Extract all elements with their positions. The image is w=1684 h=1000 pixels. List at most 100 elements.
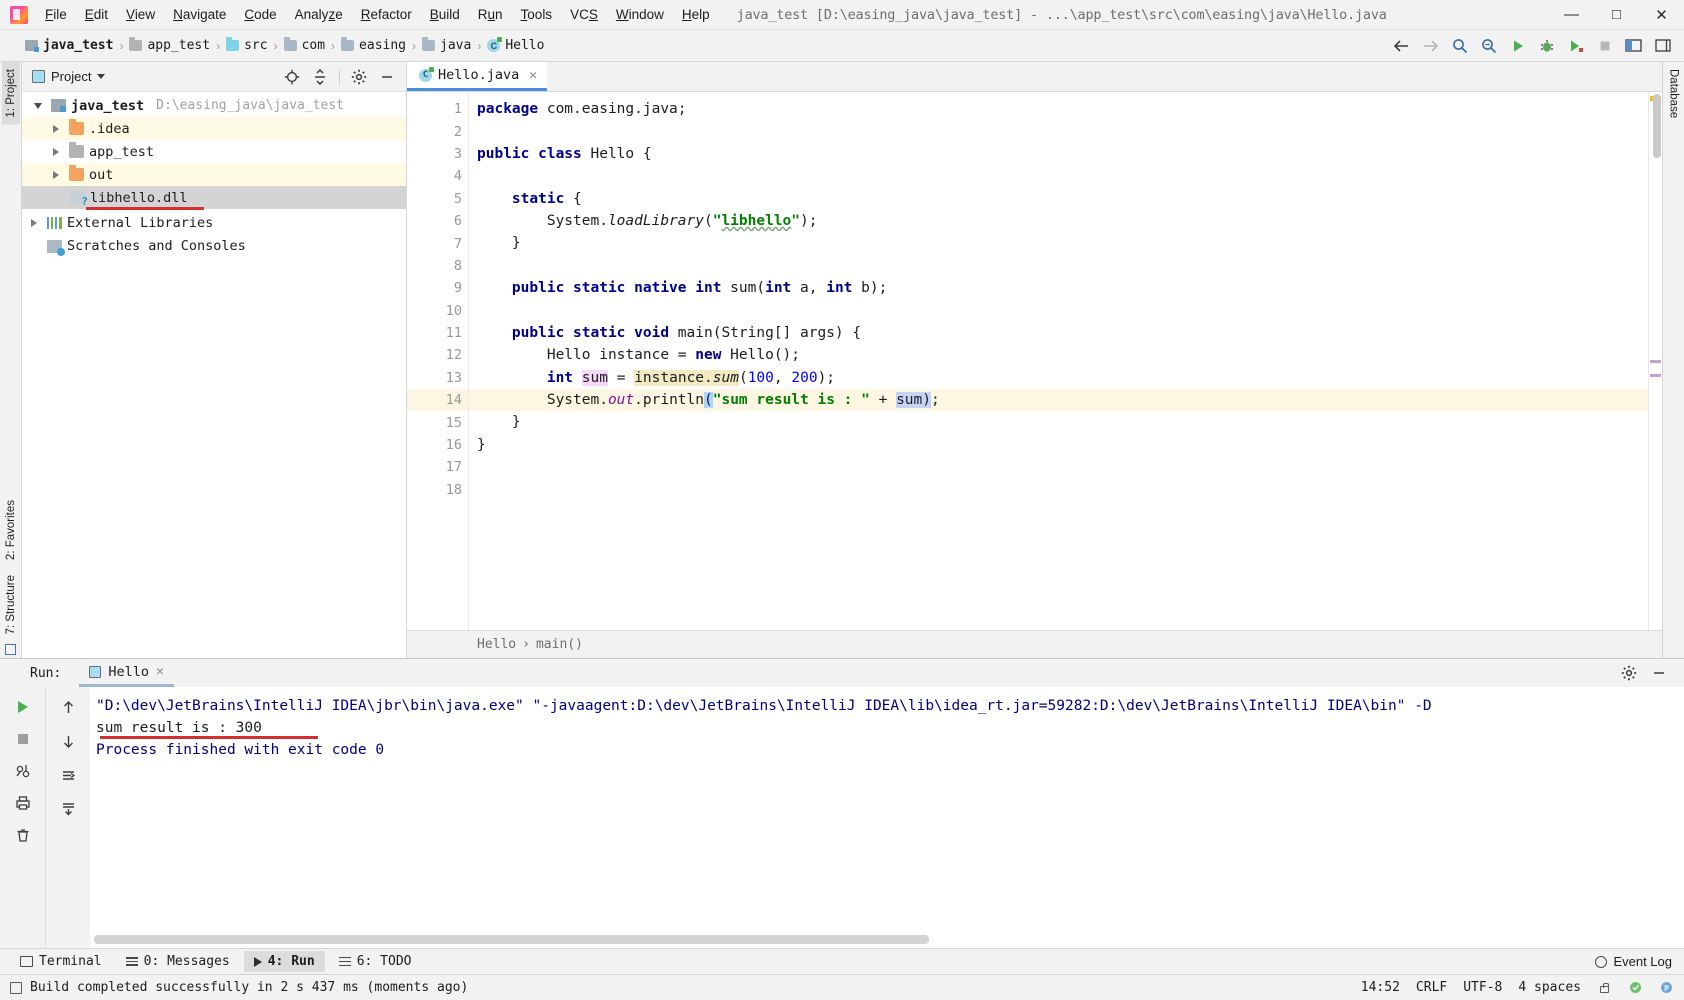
tree-expander[interactable]: [30, 102, 46, 109]
print-icon[interactable]: [8, 789, 38, 817]
editor-area: C Hello.java ✕ 1 2 3▶ 4 5 6 7 8 9 10: [407, 62, 1662, 658]
scroll-down-icon[interactable]: [53, 727, 83, 755]
find-icon[interactable]: [1475, 33, 1502, 59]
marker-caret[interactable]: [1650, 374, 1661, 377]
tree-item-idea[interactable]: .idea: [22, 117, 406, 140]
lock-icon[interactable]: [1597, 980, 1612, 995]
line-number: 15: [445, 414, 462, 431]
forward-arrow-icon[interactable]: [1417, 33, 1444, 59]
hide-panel-icon[interactable]: [374, 65, 400, 89]
menu-refactor[interactable]: Refactor: [352, 3, 421, 26]
locate-icon[interactable]: [279, 65, 305, 89]
menu-navigate[interactable]: Navigate: [164, 3, 235, 26]
breadcrumb-app_test[interactable]: app_test: [126, 36, 213, 55]
editor-gutter[interactable]: 1 2 3▶ 4 5 6 7 8 9 10 11▶ 12 13 14 15 16: [407, 92, 501, 630]
gear-icon[interactable]: [346, 65, 372, 89]
tree-item-out[interactable]: out: [22, 163, 406, 186]
tree-item-java_test[interactable]: java_test D:\easing_java\java_test: [22, 94, 406, 117]
run-icon[interactable]: [1504, 33, 1531, 59]
filter-icon[interactable]: [8, 757, 38, 785]
event-log-label[interactable]: Event Log: [1613, 954, 1672, 969]
close-icon[interactable]: ✕: [529, 68, 537, 83]
line-number: 17: [445, 459, 462, 476]
menu-build[interactable]: Build: [421, 3, 469, 26]
breadcrumb-Hello[interactable]: C Hello: [484, 36, 547, 55]
tree-item-external-libraries[interactable]: External Libraries: [22, 212, 406, 235]
tree-expander[interactable]: [48, 170, 64, 179]
menu-code[interactable]: Code: [235, 3, 285, 26]
inspections-icon[interactable]: [1628, 980, 1643, 995]
bottom-tab-terminal[interactable]: Terminal: [10, 951, 112, 972]
menu-edit[interactable]: Edit: [76, 3, 117, 26]
tree-item-scratches[interactable]: Scratches and Consoles: [22, 235, 406, 258]
scroll-to-end-icon[interactable]: [53, 795, 83, 823]
soft-wrap-icon[interactable]: [53, 761, 83, 789]
bottom-tab-todo[interactable]: 6: TODO: [329, 951, 422, 972]
rerun-icon[interactable]: [8, 693, 38, 721]
status-encoding[interactable]: UTF-8: [1463, 980, 1502, 995]
breadcrumb-java[interactable]: java: [419, 36, 474, 55]
run-coverage-icon[interactable]: [1562, 33, 1589, 59]
menu-tools[interactable]: Tools: [512, 3, 562, 26]
editor-tab-hello-java[interactable]: C Hello.java ✕: [407, 62, 548, 91]
status-indent[interactable]: 4 spaces: [1518, 980, 1581, 995]
sidebar-tab-favorites[interactable]: 2: Favorites: [2, 493, 20, 567]
code-editor[interactable]: package com.easing.java; public class He…: [469, 92, 1648, 630]
gear-icon[interactable]: [1616, 661, 1642, 685]
tree-expander[interactable]: [48, 124, 64, 133]
project-panel-title-group[interactable]: Project: [28, 69, 106, 84]
status-line-separator[interactable]: CRLF: [1416, 980, 1447, 995]
run-panel-label: Run:: [30, 665, 62, 681]
rail-bottom-square-icon[interactable]: [5, 644, 16, 655]
layout-icon[interactable]: [1620, 33, 1647, 59]
editor-breadcrumb-class[interactable]: Hello: [477, 637, 516, 652]
tree-item-libhello-dll[interactable]: libhello.dll: [22, 186, 406, 209]
sidebar-tab-database[interactable]: Database: [1665, 62, 1683, 125]
collapse-all-icon[interactable]: [307, 65, 333, 89]
sidebar-tab-structure[interactable]: 7: Structure: [2, 568, 20, 641]
breadcrumb-com[interactable]: com: [281, 36, 328, 55]
chevron-down-icon[interactable]: [97, 74, 106, 79]
breadcrumb-java_test[interactable]: java_test: [22, 36, 116, 55]
menu-file[interactable]: FFileile: [36, 3, 76, 26]
search-everywhere-icon[interactable]: [1446, 33, 1473, 59]
scroll-up-icon[interactable]: [53, 693, 83, 721]
menu-analyze[interactable]: Analyze: [286, 3, 352, 26]
breadcrumb-easing[interactable]: easing: [338, 36, 409, 55]
tree-item-app_test[interactable]: app_test: [22, 140, 406, 163]
editor-marker-strip[interactable]: [1648, 92, 1662, 630]
bottom-tab-messages[interactable]: 0: Messages: [116, 951, 240, 972]
run-console-output[interactable]: "D:\dev\JetBrains\IntelliJ IDEA\jbr\bin\…: [90, 687, 1684, 948]
bottom-tab-run[interactable]: 4: Run: [243, 951, 325, 972]
console-horizontal-scrollbar[interactable]: [94, 935, 929, 944]
tree-item-path: D:\easing_java\java_test: [156, 98, 344, 113]
menu-view[interactable]: View: [117, 3, 164, 26]
menu-vcs[interactable]: VCS: [561, 3, 607, 26]
settings-toggle-icon[interactable]: [1649, 33, 1676, 59]
close-button[interactable]: ✕: [1639, 0, 1684, 30]
marker-caret[interactable]: [1650, 360, 1661, 363]
sidebar-tab-project[interactable]: 1: Project: [1, 62, 20, 125]
terminal-icon: [20, 956, 33, 967]
menu-run[interactable]: Run: [469, 3, 512, 26]
console-line-output: sum result is : 300: [96, 720, 262, 736]
editor-vertical-scrollbar[interactable]: [1653, 94, 1661, 158]
debug-icon[interactable]: [1533, 33, 1560, 59]
menu-help[interactable]: Help: [673, 3, 719, 26]
stop-icon[interactable]: [1591, 33, 1618, 59]
notifications-icon[interactable]: [1659, 980, 1674, 995]
run-toolbar-secondary: [46, 687, 90, 948]
maximize-button[interactable]: □: [1594, 0, 1639, 30]
editor-breadcrumb-method[interactable]: main(): [536, 637, 583, 652]
breadcrumb-src[interactable]: src: [223, 36, 270, 55]
stop-icon[interactable]: [8, 725, 38, 753]
minimize-button[interactable]: —: [1549, 0, 1594, 30]
hide-panel-icon[interactable]: [1646, 661, 1672, 685]
tree-expander[interactable]: [48, 147, 64, 156]
trash-icon[interactable]: [8, 821, 38, 849]
close-icon[interactable]: ✕: [156, 664, 164, 679]
run-tab-hello[interactable]: Hello ✕: [79, 660, 174, 687]
menu-window[interactable]: Window: [607, 3, 673, 26]
back-arrow-icon[interactable]: [1388, 33, 1415, 59]
tree-expander[interactable]: [26, 219, 42, 227]
